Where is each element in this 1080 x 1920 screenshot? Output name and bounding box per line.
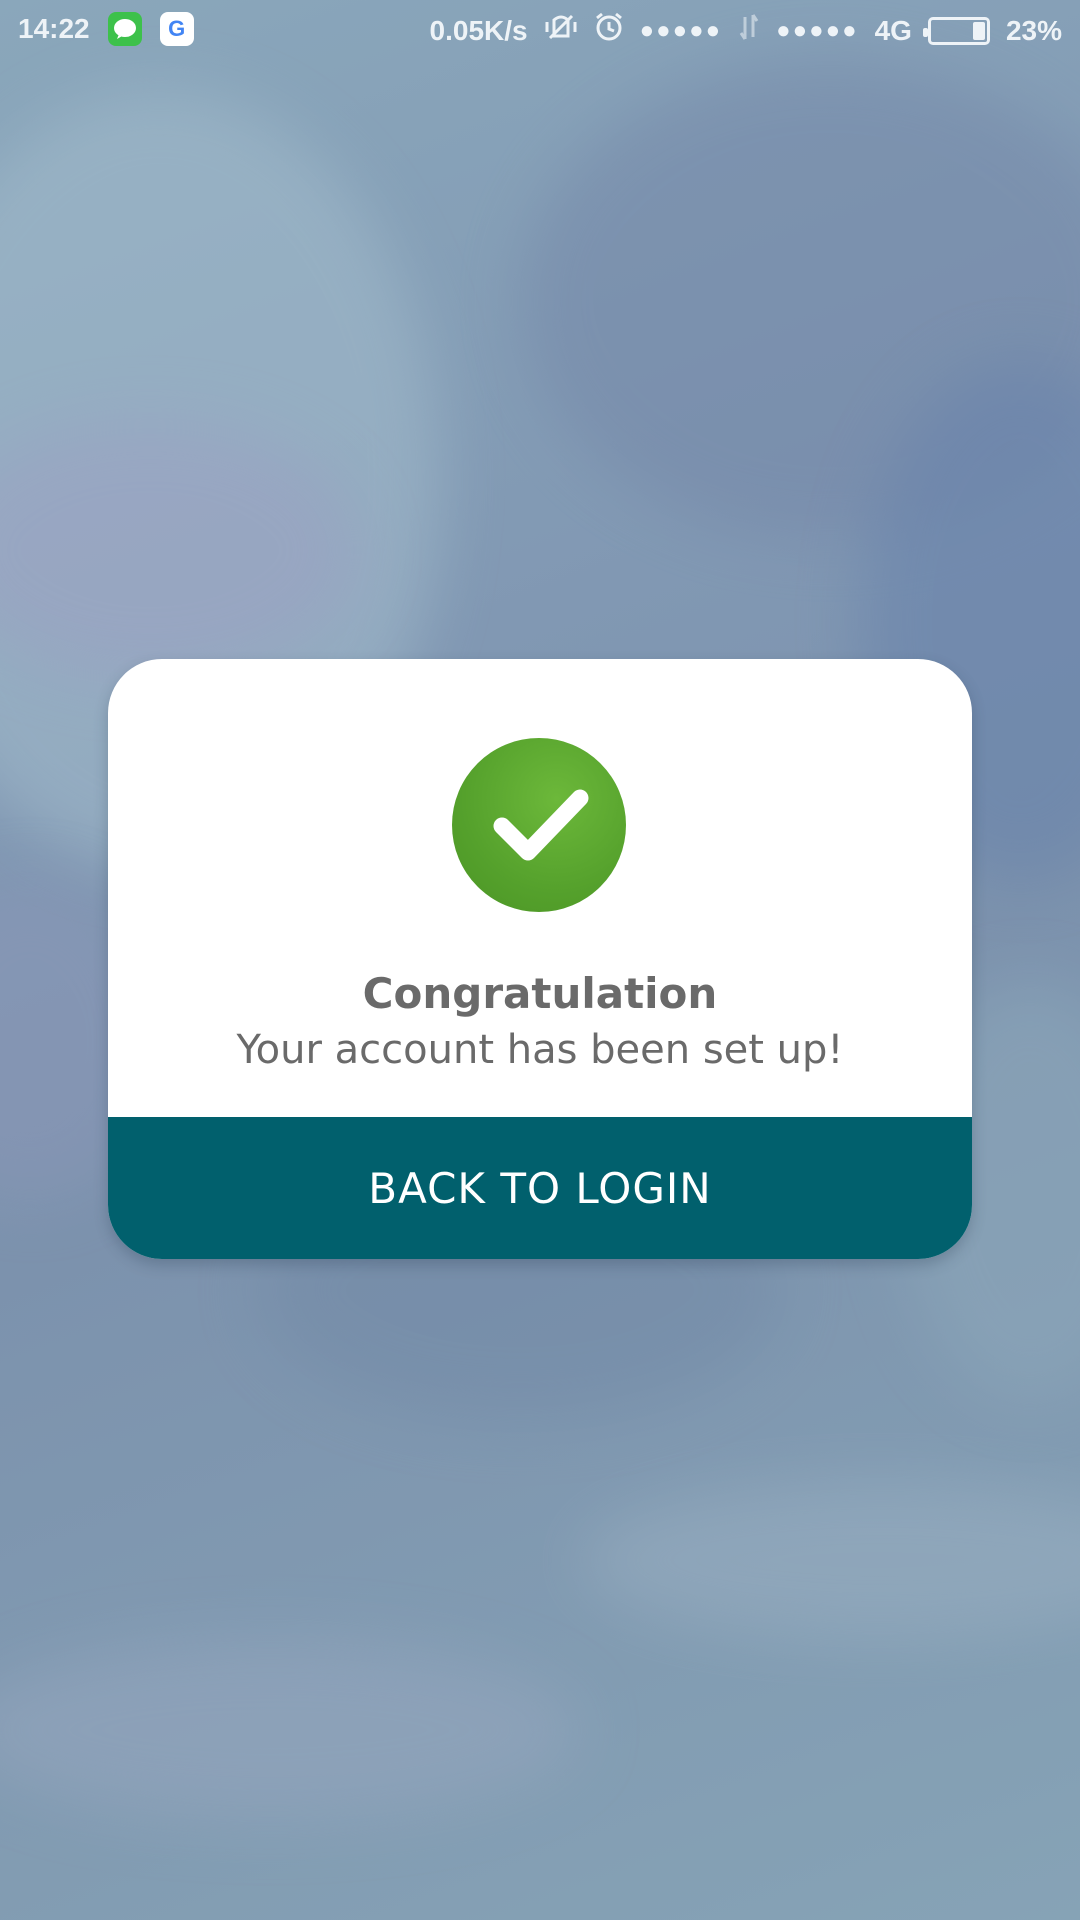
success-dialog: Congratulation Your account has been set…: [108, 659, 972, 1259]
vibrate-off-icon: [544, 12, 578, 49]
back-to-login-button[interactable]: BACK TO LOGIN: [108, 1117, 972, 1259]
dialog-message: Your account has been set up!: [236, 1027, 844, 1073]
status-time: 14:22: [18, 13, 90, 44]
signal-strength-2: ●●●●●: [776, 16, 859, 44]
messages-app-icon: [107, 12, 142, 46]
check-circle-icon: [452, 738, 626, 912]
data-arrows-icon: [738, 13, 760, 48]
google-app-icon: G: [159, 12, 194, 46]
network-type: 4G: [874, 14, 912, 46]
dialog-title: Congratulation: [362, 969, 718, 1018]
signal-strength-1: ●●●●●: [639, 16, 723, 44]
status-bar: 14:22 G 0.05K/s ●●●●● ●●●●● 4G 23%: [0, 0, 1080, 60]
network-speed: 0.05K/s: [429, 14, 528, 46]
alarm-icon: [594, 12, 624, 49]
battery-percent: 23%: [1005, 14, 1062, 46]
battery-icon: [922, 16, 990, 45]
